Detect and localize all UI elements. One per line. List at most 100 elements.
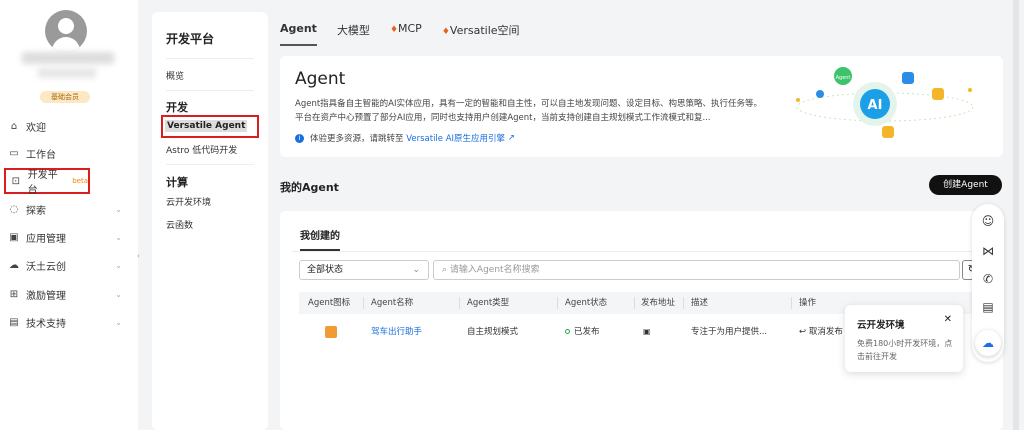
share-icon[interactable]: ⋈ [972,244,1004,258]
agent-name-link[interactable]: 驾车出行助手 [371,320,422,344]
col-actions: 操作 [799,298,817,308]
desk-icon: ▭ [9,147,19,159]
sidebar-item-reward[interactable]: ⊞ 激励管理 ⌄ [8,283,132,305]
search-placeholder: 请输入Agent名称搜索 [449,265,540,275]
tab-model[interactable]: 大模型 [337,22,370,46]
col-name: Agent名称 [371,298,414,308]
my-agent-heading: 我的Agent [280,181,339,194]
divider [166,90,254,91]
tab-versatile-space[interactable]: ♦Versatile空间 [442,22,520,46]
beta-tag: beta [72,177,88,185]
sidebar-item-label: 开发平台 [27,170,58,196]
tab-label: Versatile空间 [449,24,520,37]
sidebar-item-workbench[interactable]: ▭ 工作台 [8,142,132,164]
chevron-down-icon: ⌄ [115,317,122,327]
subnav-dev-heading: 开发 [166,101,188,114]
agent-search-input[interactable]: ⌕ 请输入Agent名称搜索 [433,260,960,280]
col-desc: 描述 [691,298,709,308]
action-label: 取消发布 [808,327,843,337]
sidebar-item-label: 应用管理 [26,233,66,245]
feedback-smile-icon[interactable]: ☺ [972,214,1004,228]
col-sep [557,297,558,309]
col-type: Agent类型 [467,298,510,308]
sub-navigation: 开发平台 概览 开发 Versatile Agent Astro 低代码开发 计… [152,12,268,430]
sidebar-item-dev-platform[interactable]: ⊡ 开发平台 beta [4,168,90,196]
avatar[interactable] [45,10,87,52]
chevron-down-icon: ⌄ [115,289,122,299]
page-scrollbar[interactable] [1013,0,1019,430]
subnav-compute-heading: 计算 [166,176,188,189]
subnav-astro[interactable]: Astro 低代码开发 [166,143,237,156]
publish-url-icon[interactable]: ▣ [643,320,651,344]
tab-mcp[interactable]: ♦MCP [390,22,422,46]
sidebar-item-welcome[interactable]: ⌂ 欢迎 [8,115,132,137]
status-filter-value: 全部状态 [307,265,344,275]
fire-icon: ♦ [441,27,450,37]
sidebar-item-support[interactable]: ▤ 技术支持 ⌄ [8,311,132,333]
sidebar-item-cloud[interactable]: ☁ 沃土云创 ⌄ [8,254,132,276]
unpublish-button[interactable]: ↩ 取消发布 [799,320,843,344]
support-icon: ▤ [9,316,19,328]
phone-icon[interactable]: ✆ [972,272,1004,286]
subnav-versatile-agent[interactable]: Versatile Agent [161,115,259,138]
home-icon: ⌂ [10,120,18,132]
col-icon: Agent图标 [308,298,351,308]
subnav-title: 开发平台 [166,32,215,46]
status-dot-icon [565,329,570,334]
reward-icon: ⊞ [9,288,19,300]
chevron-down-icon: ⌄ [115,204,122,214]
agent-description: 专注于为用户提供... [691,327,768,337]
app-icon: ▣ [9,231,19,243]
collapse-sidebar-handle[interactable]: ‹ [137,252,140,260]
intro-description: Agent指具备自主智能的AI实体应用，具有一定的智能和自主性，可以自主地发现问… [295,99,762,123]
agent-icon [325,326,337,338]
col-sep [683,297,684,309]
agent-type: 自主规划模式 [467,327,519,337]
intro-title: Agent [295,69,346,89]
search-icon: ⌕ [442,265,450,275]
hero-ai-label: AI [868,98,883,113]
cloud-icon: ☁ [9,259,19,271]
sidebar-item-label: 探索 [26,205,46,217]
col-status: Agent状态 [565,298,608,308]
divider [166,58,254,59]
popup-description[interactable]: 免费180小时开发环境，点击前往开发 [857,337,957,363]
tab-my-created[interactable]: 我创建的 [300,227,340,251]
col-publish-url: 发布地址 [641,298,676,308]
sidebar-item-label: 欢迎 [26,122,46,134]
chevron-down-icon: ⌄ [412,265,420,275]
chevron-down-icon: ⌄ [115,232,122,242]
dev-icon: ⊡ [11,175,20,187]
sidebar-item-label: 技术支持 [26,318,66,330]
subnav-cloud-dev-env[interactable]: 云开发环境 [166,195,211,208]
subnav-overview[interactable]: 概览 [166,69,184,82]
info-icon: i [295,133,304,143]
sidebar: 基础会员 ⌂ 欢迎 ▭ 工作台 ⊡ 开发平台 beta ◌ 探索 ⌄ ▣ 应用管理 ⌄ ☁ 沃土云… [0,0,138,430]
sidebar-item-label: 沃土云创 [26,261,66,273]
subnav-item-label: Versatile Agent [165,120,248,132]
col-sep [459,297,460,309]
top-tabs: Agent 大模型 ♦MCP ♦Versatile空间 [280,22,520,46]
tab-label: MCP [398,22,422,35]
sidebar-item-label: 激励管理 [26,290,66,302]
col-sep [791,297,792,309]
status-label: 已发布 [574,327,600,337]
sidebar-item-app-mgmt[interactable]: ▣ 应用管理 ⌄ [8,226,132,248]
close-icon[interactable]: ✕ [944,314,952,325]
username-blurred [22,52,114,64]
intro-tip: i 体验更多资源，请跳转至 Versatile AI原生应用引擎 ↗ [295,132,515,144]
subnav-cloud-function[interactable]: 云函数 [166,218,193,231]
tab-agent[interactable]: Agent [280,22,317,46]
undo-icon: ↩ [799,327,809,337]
divider [292,251,991,252]
document-edit-icon[interactable]: ▤ [972,300,1004,314]
versatile-link[interactable]: Versatile AI原生应用引擎 [406,132,505,144]
col-sep [363,297,364,309]
external-link-icon: ↗ [505,133,515,143]
sidebar-item-explore[interactable]: ◌ 探索 ⌄ [8,198,132,220]
create-agent-button[interactable]: 创建Agent [929,175,1002,195]
popup-title: 云开发环境 [857,320,905,331]
member-badge: 基础会员 [40,91,90,103]
status-filter-select[interactable]: 全部状态 ⌄ [299,260,429,280]
cloud-dev-env-button[interactable]: ☁ [975,330,1001,356]
